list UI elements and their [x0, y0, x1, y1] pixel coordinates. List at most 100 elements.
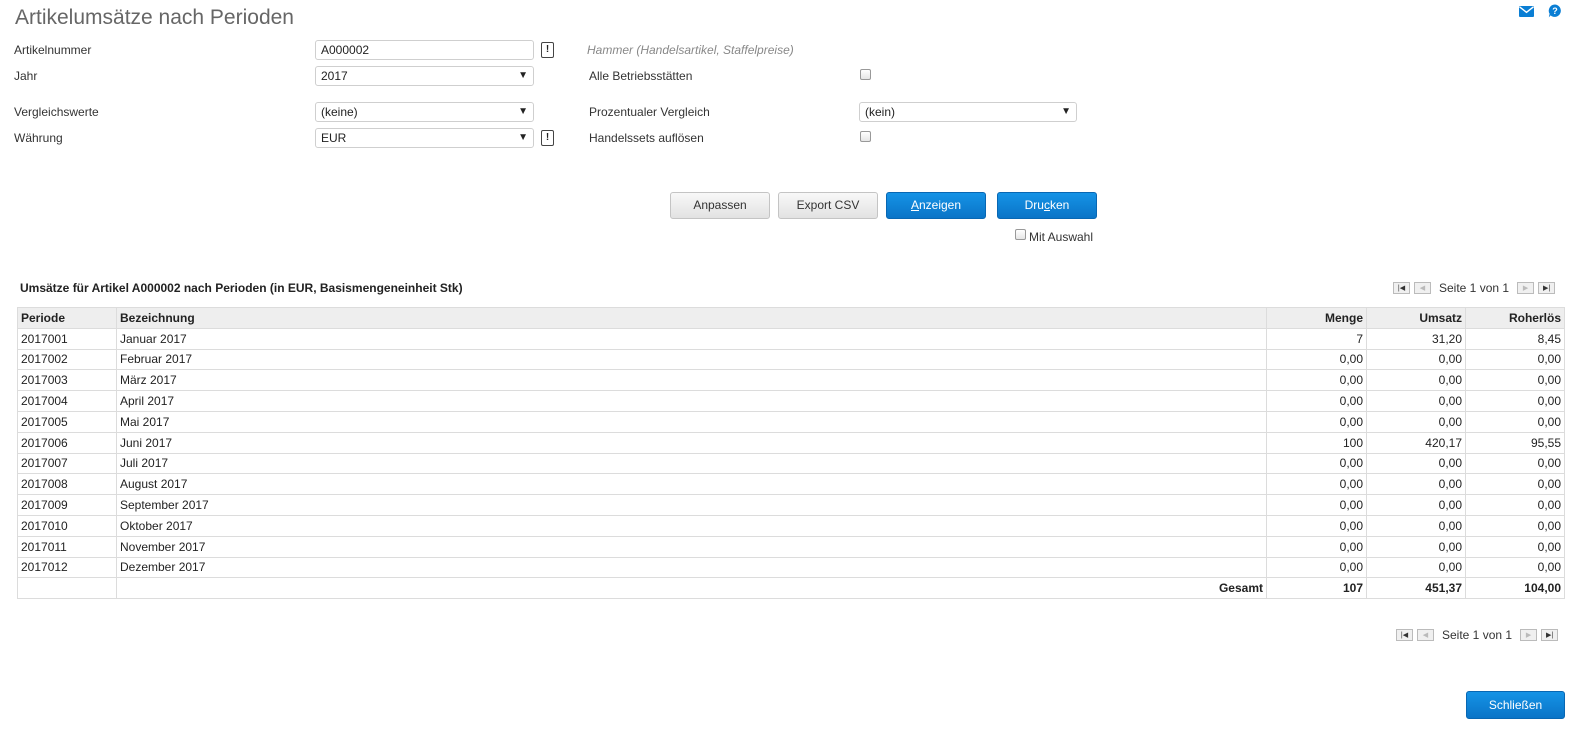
cell-menge: 0,00: [1266, 369, 1367, 392]
pager-text: Seite 1 von 1: [1442, 628, 1513, 642]
cell-periode: 2017004: [17, 390, 117, 412]
cell-umsatz: 0,00: [1366, 369, 1466, 392]
prev-page-icon[interactable]: ◀: [1414, 282, 1431, 294]
chevron-down-icon: ▼: [518, 70, 528, 81]
cell-bezeichnung: März 2017: [116, 369, 1267, 392]
table-row[interactable]: 2017005 Mai 2017 0,00 0,00 0,00: [17, 410, 1565, 433]
table-row[interactable]: 2017001 Januar 2017 7 31,20 8,45: [17, 327, 1565, 350]
table-row[interactable]: 2017007 Juli 2017 0,00 0,00 0,00: [17, 452, 1565, 475]
table-row[interactable]: 2017010 Oktober 2017 0,00 0,00 0,00: [17, 514, 1565, 537]
prozentualer-vergleich-select[interactable]: (kein) ▼: [859, 102, 1077, 122]
cell-umsatz: 0,00: [1366, 514, 1466, 537]
total-label: Gesamt: [116, 577, 1267, 600]
chevron-down-icon: ▼: [518, 106, 528, 117]
cell-bezeichnung: August 2017: [116, 473, 1267, 496]
schliessen-button[interactable]: Schließen: [1466, 691, 1565, 719]
help-icon[interactable]: ?: [1548, 4, 1562, 18]
total-row: Gesamt 107 451,37 104,00: [17, 577, 1565, 600]
vergleichswerte-select-value: (keine): [321, 105, 358, 119]
table-row[interactable]: 2017008 August 2017 0,00 0,00 0,00: [17, 473, 1565, 496]
cell-roherloes: 0,00: [1465, 556, 1565, 579]
cell-umsatz: 0,00: [1366, 473, 1466, 496]
mit-auswahl-checkbox[interactable]: [1015, 229, 1026, 240]
pager-bottom: |◀ ◀ Seite 1 von 1 ▶ ▶|: [1396, 628, 1562, 642]
vergleichswerte-select[interactable]: (keine) ▼: [315, 102, 534, 122]
cell-menge: 0,00: [1266, 452, 1367, 475]
cell-bezeichnung: April 2017: [116, 390, 1267, 412]
cell-umsatz: 31,20: [1366, 327, 1466, 350]
cell-bezeichnung: Februar 2017: [116, 348, 1267, 371]
cell-menge: 0,00: [1266, 514, 1367, 537]
cell-menge: 0,00: [1266, 494, 1367, 516]
next-page-icon[interactable]: ▶: [1520, 629, 1538, 641]
handelssets-label: Handelssets auflösen: [589, 131, 704, 145]
cell-empty: [17, 577, 117, 600]
table-row[interactable]: 2017003 März 2017 0,00 0,00 0,00: [17, 369, 1565, 392]
first-page-icon[interactable]: |◀: [1393, 282, 1410, 294]
column-header[interactable]: Bezeichnung: [116, 307, 1267, 329]
waehrung-select[interactable]: EUR ▼: [315, 128, 534, 148]
column-header[interactable]: Roherlös: [1465, 307, 1565, 329]
next-page-icon[interactable]: ▶: [1517, 282, 1535, 294]
table-row[interactable]: 2017002 Februar 2017 0,00 0,00 0,00: [17, 348, 1565, 371]
handelssets-checkbox[interactable]: [860, 131, 871, 142]
cell-roherloes: 0,00: [1465, 390, 1565, 412]
cell-periode: 2017006: [17, 431, 117, 454]
total-umsatz: 451,37: [1366, 577, 1466, 600]
artikelnummer-label: Artikelnummer: [14, 43, 92, 57]
cell-bezeichnung: Juni 2017: [116, 431, 1267, 454]
cell-roherloes: 0,00: [1465, 514, 1565, 537]
drucken-button[interactable]: Drucken: [997, 192, 1097, 219]
mail-icon[interactable]: [1519, 6, 1534, 17]
cell-roherloes: 0,00: [1465, 494, 1565, 516]
cell-periode: 2017002: [17, 348, 117, 371]
cell-menge: 0,00: [1266, 390, 1367, 412]
first-page-icon[interactable]: |◀: [1396, 629, 1413, 641]
artikelnummer-input[interactable]: A000002: [315, 40, 534, 60]
table-header-row: Periode Bezeichnung Menge Umsatz Roherlö…: [17, 307, 1565, 329]
table-row[interactable]: 2017012 Dezember 2017 0,00 0,00 0,00: [17, 556, 1565, 579]
pager-text: Seite 1 von 1: [1439, 281, 1510, 295]
jahr-select[interactable]: 2017 ▼: [315, 66, 534, 86]
table-row[interactable]: 2017006 Juni 2017 100 420,17 95,55: [17, 431, 1565, 454]
column-header[interactable]: Menge: [1266, 307, 1367, 329]
last-page-icon[interactable]: ▶|: [1538, 282, 1556, 294]
cell-periode: 2017012: [17, 556, 117, 579]
table-row[interactable]: 2017004 April 2017 0,00 0,00 0,00: [17, 390, 1565, 412]
cell-bezeichnung: November 2017: [116, 535, 1267, 558]
last-page-icon[interactable]: ▶|: [1541, 629, 1559, 641]
cell-periode: 2017011: [17, 535, 117, 558]
export-csv-button[interactable]: Export CSV: [778, 192, 878, 219]
cell-periode: 2017007: [17, 452, 117, 475]
cell-periode: 2017001: [17, 327, 117, 350]
cell-umsatz: 0,00: [1366, 452, 1466, 475]
prozentualer-vergleich-select-value: (kein): [865, 105, 896, 119]
cell-periode: 2017008: [17, 473, 117, 496]
anzeigen-button[interactable]: Anzeigen: [886, 192, 986, 219]
table-row[interactable]: 2017009 September 2017 0,00 0,00 0,00: [17, 494, 1565, 516]
jahr-select-value: 2017: [321, 69, 348, 83]
pager-top: |◀ ◀ Seite 1 von 1 ▶ ▶|: [1393, 281, 1559, 295]
artikelnummer-lookup-button[interactable]: !: [541, 42, 554, 58]
waehrung-info-button[interactable]: !: [541, 130, 554, 146]
table-row[interactable]: 2017011 November 2017 0,00 0,00 0,00: [17, 535, 1565, 558]
data-table: Periode Bezeichnung Menge Umsatz Roherlö…: [17, 307, 1565, 600]
cell-periode: 2017003: [17, 369, 117, 392]
cell-roherloes: 0,00: [1465, 410, 1565, 433]
cell-roherloes: 0,00: [1465, 473, 1565, 496]
table-title: Umsätze für Artikel A000002 nach Periode…: [20, 281, 463, 295]
cell-umsatz: 0,00: [1366, 410, 1466, 433]
alle-betriebsstaetten-checkbox[interactable]: [860, 69, 871, 80]
chevron-down-icon: ▼: [1061, 106, 1071, 117]
cell-umsatz: 0,00: [1366, 348, 1466, 371]
cell-menge: 0,00: [1266, 556, 1367, 579]
cell-periode: 2017009: [17, 494, 117, 516]
prev-page-icon[interactable]: ◀: [1417, 629, 1434, 641]
column-header[interactable]: Periode: [17, 307, 117, 329]
anpassen-button[interactable]: Anpassen: [670, 192, 770, 219]
artikel-description: Hammer (Handelsartikel, Staffelpreise): [587, 43, 794, 57]
cell-umsatz: 0,00: [1366, 535, 1466, 558]
cell-umsatz: 0,00: [1366, 556, 1466, 579]
column-header[interactable]: Umsatz: [1366, 307, 1466, 329]
cell-roherloes: 0,00: [1465, 369, 1565, 392]
